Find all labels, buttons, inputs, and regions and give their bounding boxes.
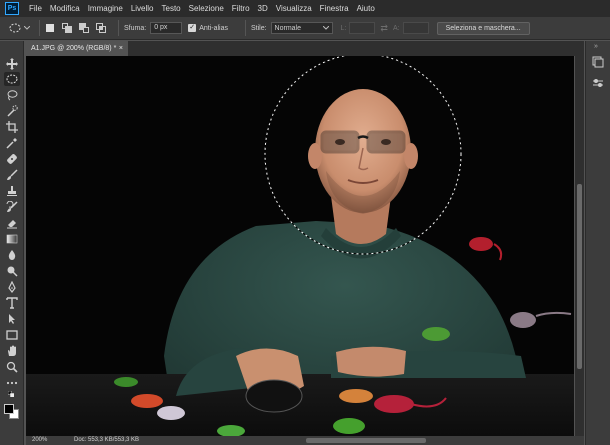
- path-selection-tool-icon[interactable]: [4, 312, 20, 326]
- height-label: A:: [392, 24, 400, 32]
- menu-finestra[interactable]: Finestra: [316, 0, 353, 17]
- tool-preset-picker[interactable]: [4, 19, 34, 38]
- menu-file[interactable]: File: [25, 0, 46, 17]
- pen-tool-icon[interactable]: [4, 280, 20, 294]
- add-to-selection-button[interactable]: [62, 23, 72, 33]
- clone-stamp-tool-icon[interactable]: [4, 184, 20, 198]
- feather-label: Sfuma:: [124, 24, 147, 32]
- history-brush-tool-icon[interactable]: [4, 200, 20, 214]
- antialias-label: Anti-alias: [199, 24, 228, 32]
- menu-bar: Ps File Modifica Immagine Livello Testo …: [0, 0, 610, 17]
- menu-modifica[interactable]: Modifica: [46, 0, 84, 17]
- feather-input[interactable]: 0 px: [150, 22, 183, 34]
- new-selection-button[interactable]: [45, 23, 55, 33]
- horizontal-scroll-thumb[interactable]: [306, 438, 426, 443]
- elliptical-marquee-tool-icon[interactable]: [4, 72, 20, 86]
- width-label: L:: [340, 24, 347, 32]
- healing-brush-tool-icon[interactable]: [4, 152, 20, 166]
- select-and-mask-button[interactable]: Seleziona e maschera...: [436, 21, 530, 35]
- swap-dimensions-icon[interactable]: ⇄: [380, 23, 388, 34]
- dodge-tool-icon[interactable]: [4, 264, 20, 278]
- style-select[interactable]: Normale: [270, 22, 333, 34]
- options-bar: Sfuma: 0 px ✓ Anti-alias Stile: Normale …: [0, 17, 610, 40]
- close-tab-icon[interactable]: ×: [119, 41, 123, 56]
- menu-aiuto[interactable]: Aiuto: [353, 0, 379, 17]
- style-label: Stile:: [250, 24, 267, 32]
- color-swatches[interactable]: [4, 404, 20, 420]
- elliptical-marquee-icon: [9, 23, 20, 33]
- gradient-tool-icon[interactable]: [4, 232, 20, 246]
- document-size: Doc: 553,3 KB/553,3 KB: [74, 437, 140, 443]
- intersect-selection-button[interactable]: [96, 23, 106, 33]
- hand-tool-icon[interactable]: [4, 344, 20, 358]
- height-input[interactable]: [402, 22, 429, 34]
- eyedropper-tool-icon[interactable]: [4, 136, 20, 150]
- divider: [244, 20, 246, 36]
- layers-panel-icon[interactable]: [592, 56, 605, 68]
- menu-filtro[interactable]: Filtro: [228, 0, 254, 17]
- tools-panel: [0, 41, 24, 445]
- divider: [39, 20, 40, 36]
- chevron-down-icon: [322, 26, 329, 30]
- status-bar: 200% Doc: 553,3 KB/553,3 KB: [26, 436, 584, 445]
- chevron-down-icon: [23, 26, 30, 30]
- antialias-checkbox[interactable]: ✓: [188, 24, 197, 32]
- crop-tool-icon[interactable]: [4, 120, 20, 134]
- menu-3d[interactable]: 3D: [254, 0, 272, 17]
- default-colors-icon[interactable]: [4, 390, 20, 400]
- eraser-tool-icon[interactable]: [4, 216, 20, 230]
- width-input[interactable]: [349, 22, 376, 34]
- foreground-color-swatch[interactable]: [4, 404, 14, 414]
- quick-selection-tool-icon[interactable]: [4, 104, 20, 118]
- document-canvas[interactable]: [26, 56, 574, 436]
- subtract-from-selection-button[interactable]: [79, 23, 89, 33]
- rectangle-tool-icon[interactable]: [4, 328, 20, 342]
- zoom-level[interactable]: 200%: [32, 436, 47, 445]
- type-tool-icon[interactable]: [4, 296, 20, 310]
- menu-livello[interactable]: Livello: [127, 0, 158, 17]
- document-tab-title: A1.JPG @ 200% (RGB/8) *: [31, 45, 117, 52]
- blur-tool-icon[interactable]: [4, 248, 20, 262]
- photo-image: [26, 56, 574, 436]
- menu-visualizza[interactable]: Visualizza: [272, 0, 316, 17]
- photoshop-window: Ps File Modifica Immagine Livello Testo …: [0, 0, 610, 445]
- menu-selezione[interactable]: Selezione: [185, 0, 228, 17]
- document-tab-bar: A1.JPG @ 200% (RGB/8) * ×: [26, 41, 584, 56]
- photoshop-logo: Ps: [5, 2, 19, 15]
- panel-dock: »: [585, 41, 610, 445]
- document-tab[interactable]: A1.JPG @ 200% (RGB/8) * ×: [26, 41, 128, 56]
- move-tool-icon[interactable]: [4, 57, 20, 71]
- adjustments-panel-icon[interactable]: [592, 77, 605, 89]
- menu-immagine[interactable]: Immagine: [84, 0, 127, 17]
- vertical-scroll-thumb[interactable]: [577, 184, 582, 369]
- brush-tool-icon[interactable]: [4, 168, 20, 182]
- lasso-tool-icon[interactable]: [4, 88, 20, 102]
- zoom-tool-icon[interactable]: [4, 360, 20, 374]
- vertical-scrollbar[interactable]: [575, 56, 584, 436]
- panel-collapse-icon[interactable]: »: [594, 43, 598, 50]
- style-value: Normale: [274, 24, 301, 32]
- divider: [118, 20, 119, 36]
- more-tools-icon[interactable]: [4, 376, 20, 390]
- menu-testo[interactable]: Testo: [158, 0, 185, 17]
